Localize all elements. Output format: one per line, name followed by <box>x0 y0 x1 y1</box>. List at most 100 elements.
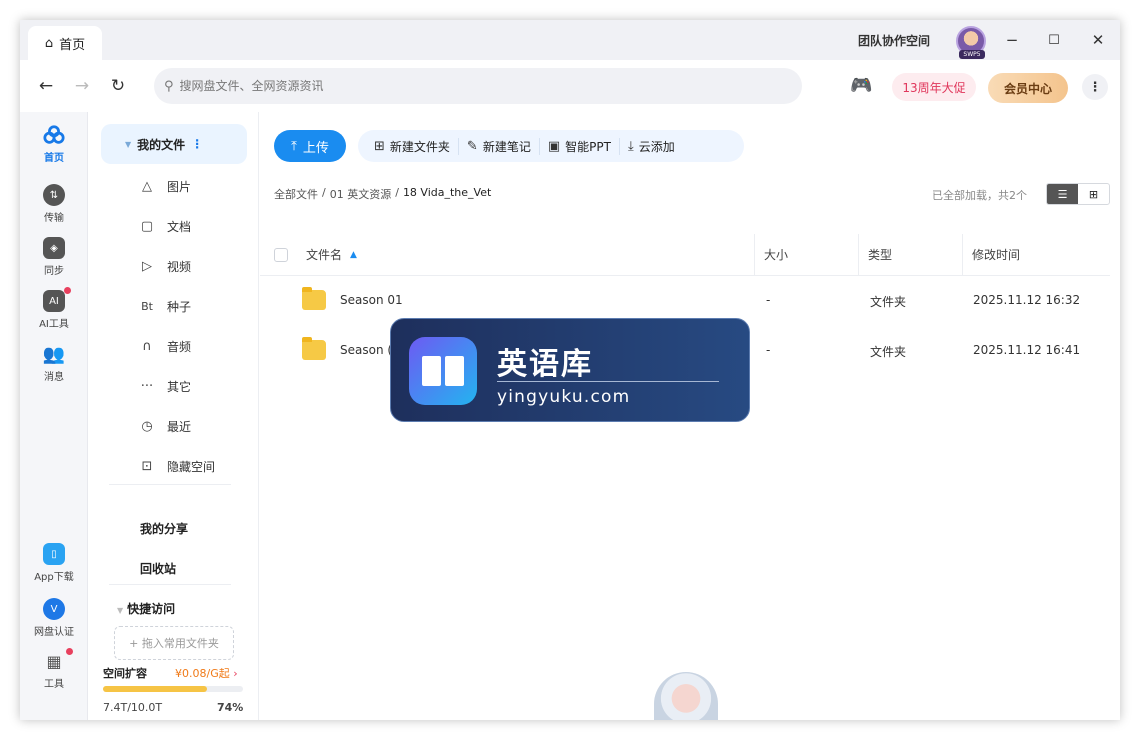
left-rail: 首页 ⇅ 传输 ◈ 同步 AI AI工具 👥 消息 ▯ App下载 V 网盘认证… <box>20 112 88 720</box>
book-logo-icon <box>409 337 477 405</box>
upload-button[interactable]: ⤒ 上传 <box>274 130 346 162</box>
upload-label: 上传 <box>302 140 329 156</box>
row-name[interactable]: Season ( <box>340 343 392 357</box>
grid-view-icon[interactable]: ⊞ <box>1078 184 1109 204</box>
rail-tools[interactable]: ▦ 工具 <box>24 648 84 690</box>
notification-dot <box>66 648 73 655</box>
breadcrumb-separator: / <box>322 186 326 199</box>
row-name[interactable]: Season 01 <box>340 293 403 307</box>
rail-app-download[interactable]: ▯ App下载 <box>24 543 84 583</box>
header-name[interactable]: 文件名 ▲ <box>296 234 357 276</box>
download-icon: ⤓ <box>627 138 634 154</box>
search-box[interactable]: ⚲ <box>154 68 802 104</box>
rail-sync[interactable]: ◈ 同步 <box>24 237 84 277</box>
document-icon: ▢ <box>140 218 154 234</box>
home-cloud-icon <box>43 124 65 146</box>
folder-icon <box>302 337 326 360</box>
refresh-button[interactable]: ↻ <box>106 74 130 98</box>
upload-icon: ⤒ <box>291 138 297 154</box>
search-input[interactable] <box>179 79 760 93</box>
rail-messages-label: 消息 <box>44 372 64 383</box>
tab-home[interactable]: ⌂ 首页 <box>28 26 102 60</box>
rail-home[interactable]: 首页 <box>24 124 84 164</box>
list-view-icon[interactable]: ☰ <box>1047 184 1078 204</box>
category-recent[interactable]: ◷ 最近 <box>139 414 191 438</box>
new-folder-button[interactable]: ⊞ 新建文件夹 <box>366 137 459 155</box>
folder-plus-icon: ⊞ <box>374 138 385 154</box>
game-icon[interactable]: 🎮 <box>850 75 872 96</box>
new-note-label: 新建笔记 <box>482 139 531 154</box>
my-files-item[interactable]: ▼ 我的文件 ⋮ <box>101 124 247 164</box>
capacity-price: ¥0.08/G起 <box>175 667 230 680</box>
transfer-icon: ⇅ <box>43 184 65 206</box>
capacity-used: 7.4T/10.0T <box>103 701 163 714</box>
header-modified[interactable]: 修改时间 <box>962 234 1020 276</box>
quick-access-label: 快捷访问 <box>127 602 176 616</box>
rail-ai-tools[interactable]: AI AI工具 <box>24 287 84 330</box>
drop-folder-zone[interactable]: + 拖入常用文件夹 <box>114 626 234 660</box>
rail-transfer-label: 传输 <box>44 213 64 224</box>
ai-icon: AI <box>43 287 71 312</box>
category-images[interactable]: △ 图片 <box>139 174 191 198</box>
smart-ppt-button[interactable]: ▣ 智能PPT <box>540 137 620 155</box>
team-space-link[interactable]: 团队协作空间 <box>858 32 930 49</box>
lock-icon: ⊡ <box>141 458 153 474</box>
promo-button[interactable]: 13周年大促 <box>892 73 976 101</box>
new-note-button[interactable]: ✎ 新建笔记 <box>459 137 540 155</box>
kebab-icon[interactable]: ⋮ <box>191 137 203 151</box>
breadcrumb-level1[interactable]: 01 英文资源 <box>330 186 392 202</box>
category-videos[interactable]: ▷ 视频 <box>139 254 191 278</box>
minimize-button[interactable]: − <box>1000 28 1024 52</box>
my-files-label: 我的文件 <box>137 137 186 152</box>
nav-bar: ← → ↻ ⚲ 🎮 13周年大促 会员中心 ⋮ <box>20 60 1120 112</box>
folder-icon <box>302 287 326 310</box>
cloud-add-label: 云添加 <box>638 139 675 154</box>
watermark-title: 英语库 <box>497 347 593 382</box>
recycle-bin-item[interactable]: 回收站 <box>140 560 176 577</box>
select-all-checkbox[interactable] <box>274 247 288 262</box>
new-folder-label: 新建文件夹 <box>389 139 450 154</box>
vip-center-button[interactable]: 会员中心 <box>988 73 1068 103</box>
avatar-tag: SWP5 <box>959 50 985 59</box>
rail-messages[interactable]: 👥 消息 <box>24 343 84 384</box>
avatar[interactable]: SWP5 <box>956 26 986 59</box>
category-audio[interactable]: ∩ 音频 <box>139 334 191 358</box>
category-label: 视频 <box>167 259 192 274</box>
watermark-banner: 英语库 yingyuku.com <box>390 318 750 422</box>
rail-verify[interactable]: V 网盘认证 <box>24 598 84 638</box>
more-dots-icon: ··· <box>140 378 154 394</box>
watermark-subtitle: yingyuku.com <box>497 387 631 407</box>
breadcrumb-separator: / <box>395 186 399 199</box>
maximize-button[interactable]: ☐ <box>1042 28 1066 52</box>
my-share-item[interactable]: 我的分享 <box>140 520 188 537</box>
chevron-down-icon: ▼ <box>117 606 124 615</box>
smart-ppt-label: 智能PPT <box>565 139 611 154</box>
breadcrumb-root[interactable]: 全部文件 <box>274 186 318 202</box>
category-other[interactable]: ··· 其它 <box>139 374 191 398</box>
forward-button[interactable]: → <box>70 74 94 98</box>
users-icon: 👥 <box>42 343 66 365</box>
cloud-add-button[interactable]: ⤓ 云添加 <box>620 138 683 155</box>
category-label: 最近 <box>167 419 192 434</box>
view-toggle: ☰ ⊞ <box>1046 183 1110 205</box>
header-type[interactable]: 类型 <box>858 234 892 276</box>
category-hidden-space[interactable]: ⊡ 隐藏空间 <box>139 454 215 478</box>
breadcrumb: 全部文件 / 01 英文资源 / 18 Vida_the_Vet <box>274 186 491 202</box>
row-type: 文件夹 <box>870 295 907 309</box>
category-documents[interactable]: ▢ 文档 <box>139 214 191 238</box>
rail-transfer[interactable]: ⇅ 传输 <box>24 184 84 224</box>
more-menu-button[interactable]: ⋮ <box>1082 74 1108 100</box>
notification-dot <box>64 287 71 294</box>
note-icon: ✎ <box>466 138 478 154</box>
toolbar-group: ⊞ 新建文件夹 ✎ 新建笔记 ▣ 智能PPT ⤓ 云添加 <box>358 130 744 162</box>
mascot-image <box>654 672 718 720</box>
grid-tools-icon: ▦ <box>43 648 73 672</box>
quick-access-header[interactable]: ▼ 快捷访问 <box>117 600 175 617</box>
category-torrents[interactable]: Bt 种子 <box>139 294 191 318</box>
divider <box>109 484 231 485</box>
capacity-price-link[interactable]: ¥0.08/G起 › <box>175 665 238 681</box>
rail-verify-label: 网盘认证 <box>34 627 74 638</box>
close-button[interactable]: ✕ <box>1086 28 1110 52</box>
back-button[interactable]: ← <box>34 74 58 98</box>
header-size[interactable]: 大小 <box>754 234 788 276</box>
